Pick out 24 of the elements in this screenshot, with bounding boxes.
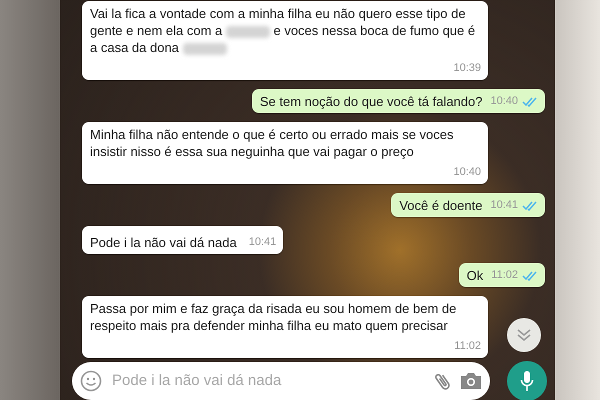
message-time: 10:41	[490, 198, 518, 213]
message-text: Minha filha não entende o que é certo ou errado mais se voces insistir nisso é essa sua neguinha que vai pagar o preço	[90, 126, 455, 160]
message-time: 11:02	[454, 340, 481, 352]
blurred-name	[182, 42, 227, 55]
message-text: Pode i la não vai dá nada	[90, 234, 237, 251]
microphone-icon	[520, 370, 534, 392]
message-composer[interactable]: Pode i la não vai dá nada	[72, 362, 490, 400]
message-text: Passa por mim e faz graça da risada eu sou homem de bem de respeito mais pra defender minha filha eu mato quem precisar	[90, 300, 458, 334]
message-text: Se tem noção do que você tá falando?	[260, 93, 482, 110]
message-text: Você é doente	[399, 197, 482, 214]
microphone-button[interactable]	[507, 361, 547, 400]
scroll-down-button[interactable]	[507, 318, 541, 352]
message-time: 11:02	[491, 268, 518, 283]
message-time: 10:40	[490, 94, 518, 109]
camera-icon[interactable]	[460, 372, 482, 390]
message-time: 10:39	[453, 62, 481, 74]
message-time: 10:41	[248, 236, 276, 248]
message-time: 10:40	[453, 166, 481, 178]
message-text: Ok	[466, 267, 484, 284]
emoji-icon[interactable]	[80, 370, 102, 392]
message-text: Vai la fica a vontade com a minha filha eu não quero esse tipo de gente e nem ela com a e voces nessa boca de fumo que é a casa da dona	[90, 5, 476, 56]
message-input-field[interactable]: Pode i la não vai dá nada	[110, 368, 426, 394]
blurred-name	[226, 26, 270, 38]
double-chevron-down-icon	[516, 328, 532, 342]
